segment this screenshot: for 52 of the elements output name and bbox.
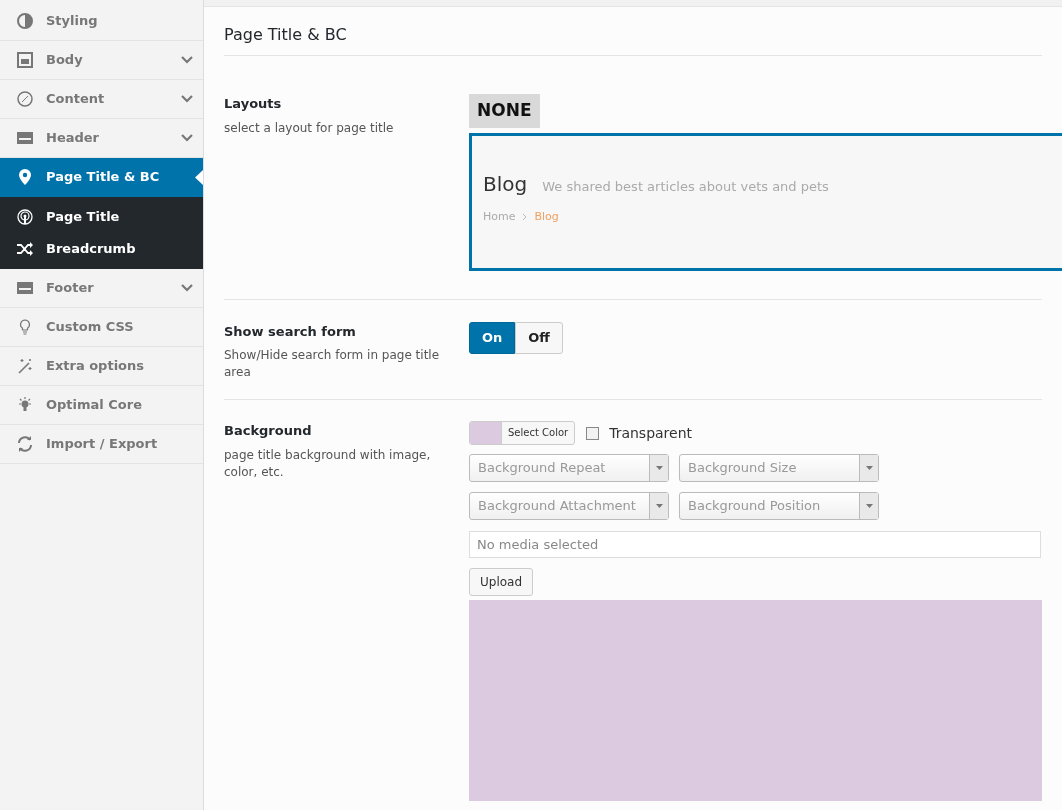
layout-preview-option[interactable]: Blog We shared best articles about vets and pets Home Blog <box>469 132 1062 271</box>
breadcrumb-item: Home <box>483 208 516 225</box>
dropdown-select[interactable]: Background Size <box>679 454 879 482</box>
toggle-option[interactable]: Off <box>515 321 563 354</box>
setting-label: Layouts <box>224 95 283 113</box>
dropdown-arrow-icon <box>865 466 873 470</box>
dropdown-select[interactable]: Background Attachment <box>469 492 669 520</box>
sidebar-item[interactable]: Body <box>0 41 203 80</box>
picture-frame-icon <box>17 52 33 68</box>
card-icon <box>17 280 33 296</box>
media-field[interactable]: No media selected <box>469 531 1041 558</box>
transparent-checkbox[interactable] <box>586 426 600 440</box>
sidebar-item[interactable]: Import / Export <box>0 425 203 464</box>
setting-label: Show search form <box>224 322 357 341</box>
setting-label: Background <box>224 422 313 440</box>
shuffle-icon <box>17 241 33 257</box>
dropdown-select[interactable]: Background Position <box>679 492 879 520</box>
chevron-right-icon <box>522 212 528 221</box>
dropdown-arrow-icon <box>865 504 873 508</box>
map-pin-icon <box>17 169 33 185</box>
submenu-item[interactable]: Breadcrumb <box>0 233 203 265</box>
setting-description: select a layout for page title <box>224 119 395 137</box>
setting-description: Show/Hide search form in page title area <box>224 347 441 381</box>
toggle-option[interactable]: On <box>469 321 516 354</box>
sidebar-item[interactable]: Page Title & BC <box>0 158 203 197</box>
bulb-rays-icon <box>17 397 33 413</box>
sidebar-item[interactable]: Extra options <box>0 347 203 386</box>
contrast-icon <box>17 13 33 29</box>
card-icon <box>17 130 33 146</box>
dropdown-arrow-icon <box>655 504 663 508</box>
sidebar-item[interactable]: Optimal Core <box>0 386 203 425</box>
submenu-item[interactable]: Page Title <box>0 201 203 233</box>
section-title: Page Title & BC <box>224 24 348 46</box>
magic-wand-icon <box>17 358 33 374</box>
compass-icon <box>17 91 33 107</box>
lightbulb-icon <box>17 319 33 335</box>
sidebar-item[interactable]: Styling <box>0 2 203 41</box>
dropdown-arrow-icon <box>655 466 663 470</box>
breadcrumb-item: Blog <box>534 208 559 225</box>
checkbox-label: Transparent <box>609 423 693 443</box>
upload-button[interactable]: Upload <box>469 568 534 596</box>
color-picker-button[interactable]: Select Color <box>469 421 576 445</box>
preview-title: Blog <box>483 170 528 198</box>
dropdown-select[interactable]: Background Repeat <box>469 454 669 482</box>
refresh-icon <box>17 436 33 452</box>
broadcast-icon <box>17 209 33 225</box>
layout-option[interactable]: NONE <box>469 94 540 128</box>
setting-description: page title background with image, color, etc. <box>224 446 432 481</box>
sidebar-item[interactable]: Footer <box>0 269 203 308</box>
preview-subtitle: We shared best articles about vets and pets <box>542 177 829 196</box>
sidebar-item[interactable]: Content <box>0 80 203 119</box>
sidebar-item[interactable]: Custom CSS <box>0 308 203 347</box>
